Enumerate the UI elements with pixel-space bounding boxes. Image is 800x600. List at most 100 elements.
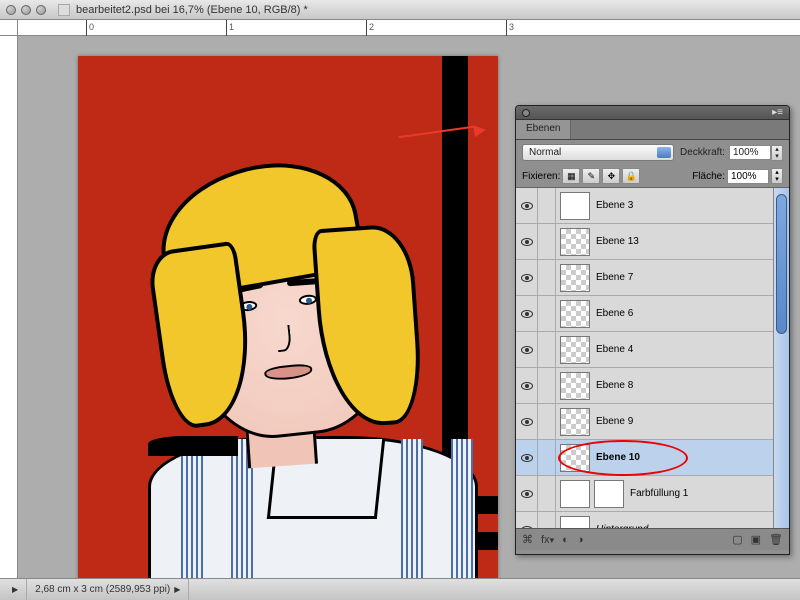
annotation-arrow [398, 126, 488, 138]
eye-icon [521, 202, 533, 210]
layer-name[interactable]: Ebene 13 [594, 236, 773, 247]
layer-name[interactable]: Ebene 4 [594, 344, 773, 355]
add-mask-icon[interactable]: ◐ [562, 534, 569, 546]
opacity-stepper[interactable]: ▴▾ [771, 145, 783, 161]
artwork-shadow [148, 436, 238, 456]
visibility-toggle[interactable] [516, 512, 538, 528]
status-dimensions[interactable]: 2,68 cm x 3 cm (2589,953 ppi)▶ [27, 579, 189, 600]
layer-thumbnail[interactable] [560, 444, 590, 472]
visibility-toggle[interactable] [516, 224, 538, 259]
delete-layer-icon[interactable]: 🗑 [769, 533, 783, 546]
layer-name[interactable]: Hintergrund [594, 524, 773, 528]
eye-icon [521, 238, 533, 246]
status-zoom[interactable]: ▶ [0, 579, 27, 600]
ruler-vertical[interactable] [0, 36, 18, 578]
layer-link-cell[interactable] [538, 332, 556, 367]
fill-label: Fläche: [692, 171, 725, 182]
layer-name[interactable]: Ebene 10 [594, 452, 773, 463]
close-window-icon[interactable] [6, 5, 16, 15]
layer-row[interactable]: Ebene 6 [516, 296, 773, 332]
ruler-origin[interactable] [0, 20, 18, 36]
layer-name[interactable]: Ebene 3 [594, 200, 773, 211]
eye-icon [521, 346, 533, 354]
layer-name[interactable]: Farbfüllung 1 [628, 488, 773, 499]
visibility-toggle[interactable] [516, 332, 538, 367]
link-layers-icon[interactable]: ⌘ [522, 533, 533, 546]
zoom-window-icon[interactable] [36, 5, 46, 15]
layer-thumbnail[interactable] [560, 372, 590, 400]
layer-row[interactable]: Ebene 7 [516, 260, 773, 296]
layer-name[interactable]: Ebene 7 [594, 272, 773, 283]
layer-row[interactable]: Hintergrund [516, 512, 773, 528]
status-bar: ▶ 2,68 cm x 3 cm (2589,953 ppi)▶ [0, 578, 800, 600]
layer-fx-icon[interactable]: fx▾ [541, 534, 554, 546]
eye-icon [521, 526, 533, 529]
fill-field[interactable]: 100% [727, 169, 769, 184]
layers-scrollbar[interactable] [773, 188, 789, 528]
layer-thumbnail[interactable] [560, 192, 590, 220]
layer-thumbnail[interactable] [560, 300, 590, 328]
ruler-tick: 3 [506, 20, 514, 36]
fill-stepper[interactable]: ▴▾ [771, 168, 783, 184]
layer-row[interactable]: Ebene 8 [516, 368, 773, 404]
artwork-hair [148, 156, 428, 416]
layer-name[interactable]: Ebene 9 [594, 416, 773, 427]
visibility-toggle[interactable] [516, 188, 538, 223]
layer-row[interactable]: Ebene 3 [516, 188, 773, 224]
minimize-window-icon[interactable] [21, 5, 31, 15]
panel-tabs: Ebenen [516, 120, 789, 140]
lock-transparency-button[interactable]: ▦ [562, 168, 580, 184]
ruler-horizontal[interactable]: 0 1 2 3 [18, 20, 800, 36]
layer-thumbnail[interactable] [560, 408, 590, 436]
lock-pixels-button[interactable]: ✎ [582, 168, 600, 184]
layer-row[interactable]: Ebene 4 [516, 332, 773, 368]
layer-row[interactable]: Ebene 10 [516, 440, 773, 476]
layer-link-cell[interactable] [538, 188, 556, 223]
layer-name[interactable]: Ebene 8 [594, 380, 773, 391]
layer-link-cell[interactable] [538, 260, 556, 295]
layer-name[interactable]: Ebene 6 [594, 308, 773, 319]
layer-mask-thumbnail[interactable] [594, 480, 624, 508]
visibility-toggle[interactable] [516, 260, 538, 295]
window-titlebar: bearbeitet2.psd bei 16,7% (Ebene 10, RGB… [0, 0, 800, 20]
adjustment-layer-icon[interactable]: ◑ [577, 534, 584, 546]
document-canvas[interactable] [78, 56, 498, 586]
visibility-toggle[interactable] [516, 440, 538, 475]
panel-close-icon[interactable] [522, 109, 530, 117]
layer-row[interactable]: Ebene 13 [516, 224, 773, 260]
visibility-toggle[interactable] [516, 476, 538, 511]
layer-thumbnail[interactable] [560, 336, 590, 364]
tab-layers[interactable]: Ebenen [516, 120, 571, 139]
layer-link-cell[interactable] [538, 512, 556, 528]
lock-position-button[interactable]: ✥ [602, 168, 620, 184]
layer-link-cell[interactable] [538, 440, 556, 475]
visibility-toggle[interactable] [516, 296, 538, 331]
eye-icon [521, 490, 533, 498]
lock-all-button[interactable]: 🔒 [622, 168, 640, 184]
layer-link-cell[interactable] [538, 404, 556, 439]
layer-thumbnail[interactable] [560, 480, 590, 508]
layer-thumbnail[interactable] [560, 228, 590, 256]
window-title: bearbeitet2.psd bei 16,7% (Ebene 10, RGB… [76, 4, 308, 16]
panel-titlebar[interactable]: ▸≡ [516, 106, 789, 120]
visibility-toggle[interactable] [516, 368, 538, 403]
visibility-toggle[interactable] [516, 404, 538, 439]
eye-icon [521, 310, 533, 318]
layer-link-cell[interactable] [538, 476, 556, 511]
eye-icon [521, 418, 533, 426]
eye-icon [521, 382, 533, 390]
opacity-label: Deckkraft: [680, 147, 725, 158]
panel-menu-icon[interactable]: ▸≡ [772, 107, 783, 118]
opacity-field[interactable]: 100% [729, 145, 771, 160]
layer-link-cell[interactable] [538, 368, 556, 403]
layer-thumbnail[interactable] [560, 516, 590, 529]
lock-label: Fixieren: [522, 171, 560, 182]
blend-mode-select[interactable]: Normal [522, 144, 674, 161]
layer-row[interactable]: Ebene 9 [516, 404, 773, 440]
new-group-icon[interactable]: ▢ [732, 533, 742, 546]
layer-link-cell[interactable] [538, 296, 556, 331]
layer-link-cell[interactable] [538, 224, 556, 259]
layer-thumbnail[interactable] [560, 264, 590, 292]
new-layer-icon[interactable]: ▣ [751, 533, 761, 546]
layer-row[interactable]: Farbfüllung 1 [516, 476, 773, 512]
